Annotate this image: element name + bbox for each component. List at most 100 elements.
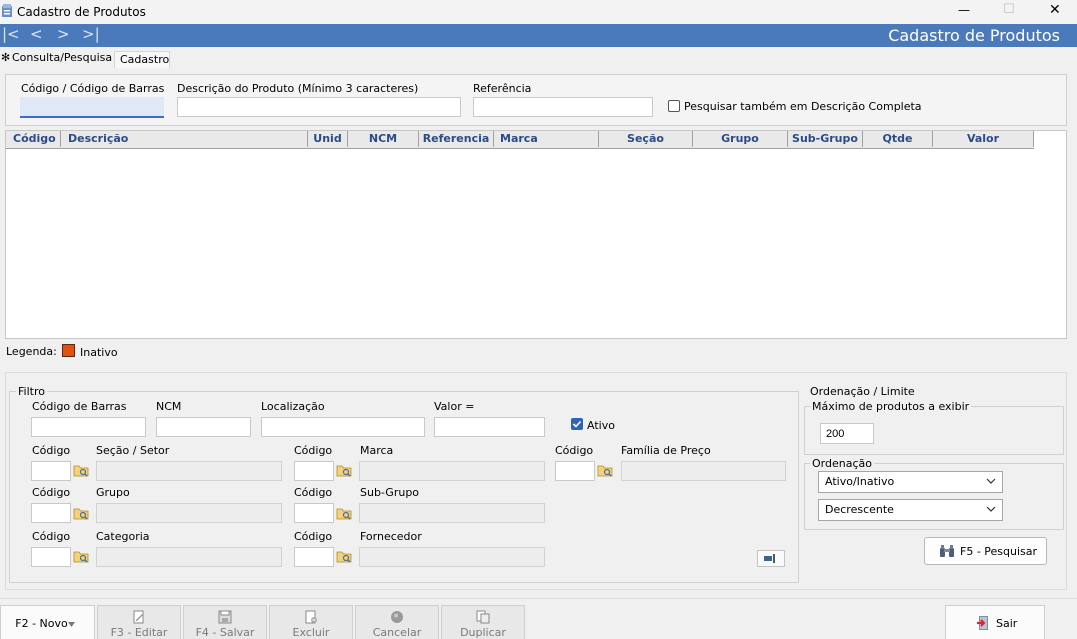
- col-descricao[interactable]: Descrição: [61, 131, 308, 147]
- editar-label: F3 - Editar: [110, 626, 168, 639]
- ncm-input[interactable]: [156, 417, 251, 437]
- nav-next-button[interactable]: >: [57, 25, 70, 43]
- col-subgrupo[interactable]: Sub-Grupo: [788, 131, 863, 147]
- results-table: Código Descrição Unid NCM Referencia Mar…: [5, 130, 1067, 339]
- col-secao[interactable]: Seção: [599, 131, 693, 147]
- codigo-barras-input[interactable]: [31, 417, 146, 437]
- pesquisar-button[interactable]: F5 - Pesquisar: [924, 537, 1047, 565]
- header-title: Cadastro de Produtos: [888, 26, 1060, 45]
- excluir-label: Excluir: [292, 626, 330, 639]
- filtro-ncm-label: NCM: [156, 400, 182, 413]
- close-button[interactable]: ✕: [1049, 2, 1061, 18]
- valor-input[interactable]: [434, 417, 545, 437]
- fornecedor-label: Fornecedor: [360, 530, 422, 543]
- secao-label: Seção / Setor: [96, 444, 170, 457]
- grupo-search-folder-icon[interactable]: [72, 504, 91, 523]
- secao-descricao-field: [96, 461, 282, 481]
- sair-button[interactable]: Sair: [945, 605, 1045, 639]
- excluir-button[interactable]: Excluir: [269, 605, 353, 639]
- tab-cadastro-label: Cadastro: [120, 53, 170, 66]
- maximize-button[interactable]: ☐: [1003, 2, 1015, 17]
- col-ncm[interactable]: NCM: [348, 131, 419, 147]
- descricao-completa-checkbox[interactable]: [668, 100, 680, 112]
- window-title: Cadastro de Produtos: [17, 5, 146, 19]
- inativo-label: Inativo: [80, 346, 118, 359]
- referencia-search-input[interactable]: [473, 97, 653, 117]
- filtro-title: Filtro: [16, 385, 47, 398]
- editar-button[interactable]: F3 - Editar: [97, 605, 181, 639]
- chevron-down-icon: [986, 504, 996, 514]
- order-field-select[interactable]: Ativo/Inativo: [818, 471, 1003, 493]
- codigo-search-input[interactable]: [20, 97, 164, 118]
- delete-icon: [304, 610, 318, 624]
- cancelar-label: Cancelar: [372, 626, 422, 639]
- col-referencia[interactable]: Referencia: [419, 131, 494, 147]
- ativo-checkbox[interactable]: [571, 418, 583, 430]
- secao-search-folder-icon[interactable]: [72, 461, 91, 480]
- ativo-label: Ativo: [587, 419, 615, 432]
- duplicar-button[interactable]: Duplicar: [441, 605, 525, 639]
- col-qtde[interactable]: Qtde: [863, 131, 933, 147]
- duplicar-label: Duplicar: [460, 626, 506, 639]
- fornecedor-search-folder-icon[interactable]: [335, 547, 354, 566]
- localizacao-input[interactable]: [261, 417, 425, 437]
- descricao-completa-label: Pesquisar também em Descrição Completa: [684, 100, 922, 113]
- salvar-label: F4 - Salvar: [195, 626, 255, 639]
- codigo-barras-label: Código / Código de Barras: [21, 82, 165, 95]
- col-marca[interactable]: Marca: [494, 131, 599, 147]
- grupo-descricao-field: [96, 503, 282, 523]
- grupo-codigo-input[interactable]: [31, 503, 71, 523]
- filtro-valor-label: Valor =: [434, 400, 475, 413]
- tab-cadastro[interactable]: Cadastro: [114, 51, 170, 68]
- cancelar-button[interactable]: Cancelar: [355, 605, 439, 639]
- nav-first-button[interactable]: |<: [2, 25, 20, 43]
- novo-label: F2 - Novo: [15, 617, 68, 630]
- order-direction-value: Decrescente: [825, 503, 894, 516]
- subgrupo-descricao-field: [359, 503, 545, 523]
- minimize-button[interactable]: —: [958, 3, 970, 17]
- categoria-codigo-input[interactable]: [31, 547, 71, 567]
- fornecedor-codigo-input[interactable]: [294, 547, 334, 567]
- ordenacao-limite-title: Ordenação / Limite: [810, 385, 915, 398]
- subgrupo-label: Sub-Grupo: [360, 486, 420, 499]
- familia-label: Família de Preço: [621, 444, 711, 457]
- tab-consulta[interactable]: Consulta/Pesquisa ✻: [0, 48, 114, 68]
- categoria-label: Categoria: [96, 530, 150, 543]
- legenda-label: Legenda:: [6, 345, 57, 358]
- marca-codigo-input[interactable]: [294, 461, 334, 481]
- marca-descricao-field: [359, 461, 545, 481]
- col-unid[interactable]: Unid: [308, 131, 348, 147]
- descricao-search-input[interactable]: [177, 97, 461, 117]
- marca-label: Marca: [360, 444, 394, 457]
- maximo-input[interactable]: [820, 423, 874, 444]
- salvar-button[interactable]: F4 - Salvar: [183, 605, 267, 639]
- categoria-search-folder-icon[interactable]: [72, 547, 91, 566]
- subgrupo-search-folder-icon[interactable]: [335, 504, 354, 523]
- filtro-localizacao-label: Localização: [261, 400, 325, 413]
- referencia-label: Referência: [473, 82, 532, 95]
- header-bar: |< < > >| Cadastro de Produtos: [0, 24, 1077, 47]
- fornecedor-descricao-field: [359, 547, 545, 567]
- order-direction-select[interactable]: Decrescente: [818, 499, 1003, 521]
- secao-codigo-label: Código: [32, 444, 71, 457]
- save-icon: [218, 610, 232, 624]
- secao-codigo-input[interactable]: [31, 461, 71, 481]
- col-codigo[interactable]: Código: [6, 131, 61, 147]
- cancel-icon: [390, 610, 404, 624]
- edit-icon: [132, 610, 146, 624]
- duplicate-icon: [476, 610, 490, 624]
- filtro-codigo-barras-label: Código de Barras: [32, 400, 127, 413]
- nav-prev-button[interactable]: <: [30, 25, 43, 43]
- subgrupo-codigo-input[interactable]: [294, 503, 334, 523]
- nav-last-button[interactable]: >|: [82, 25, 100, 43]
- inativo-swatch: [62, 344, 75, 357]
- col-grupo[interactable]: Grupo: [693, 131, 788, 147]
- col-valor[interactable]: Valor: [933, 131, 1034, 147]
- novo-button[interactable]: F2 - Novo: [0, 605, 95, 639]
- clear-filter-button[interactable]: [757, 550, 785, 567]
- familia-codigo-input[interactable]: [555, 461, 595, 481]
- table-header: Código Descrição Unid NCM Referencia Mar…: [6, 131, 1034, 149]
- marca-search-folder-icon[interactable]: [335, 461, 354, 480]
- fornecedor-codigo-label: Código: [294, 530, 333, 543]
- familia-search-folder-icon[interactable]: [596, 461, 615, 480]
